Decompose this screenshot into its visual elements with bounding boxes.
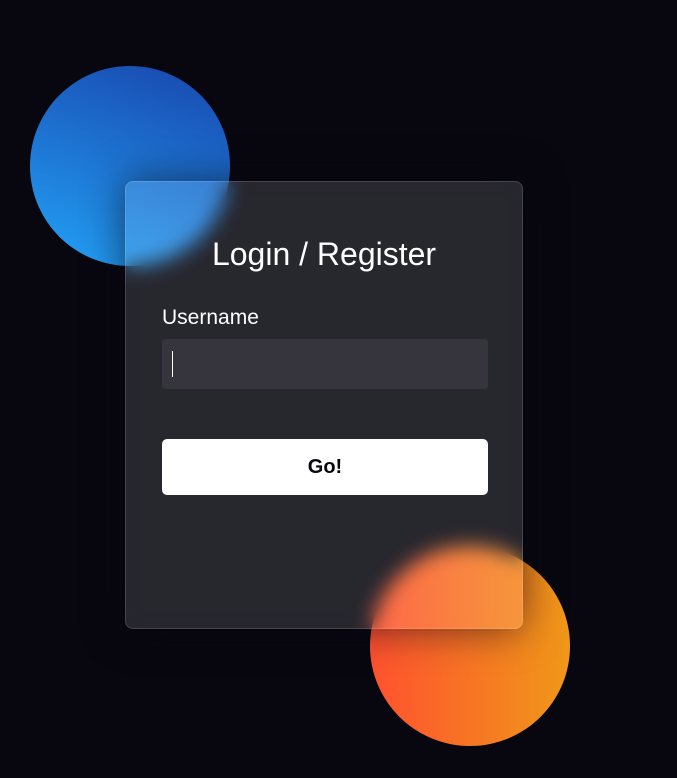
go-button[interactable]: Go!: [162, 439, 488, 495]
username-input[interactable]: [162, 339, 488, 389]
login-page: Login / Register Username Go!: [0, 0, 677, 778]
username-label: Username: [162, 306, 259, 329]
page-title: Login / Register: [211, 236, 437, 272]
login-card: Login / Register Username Go!: [125, 181, 523, 629]
text-caret: [172, 351, 173, 377]
